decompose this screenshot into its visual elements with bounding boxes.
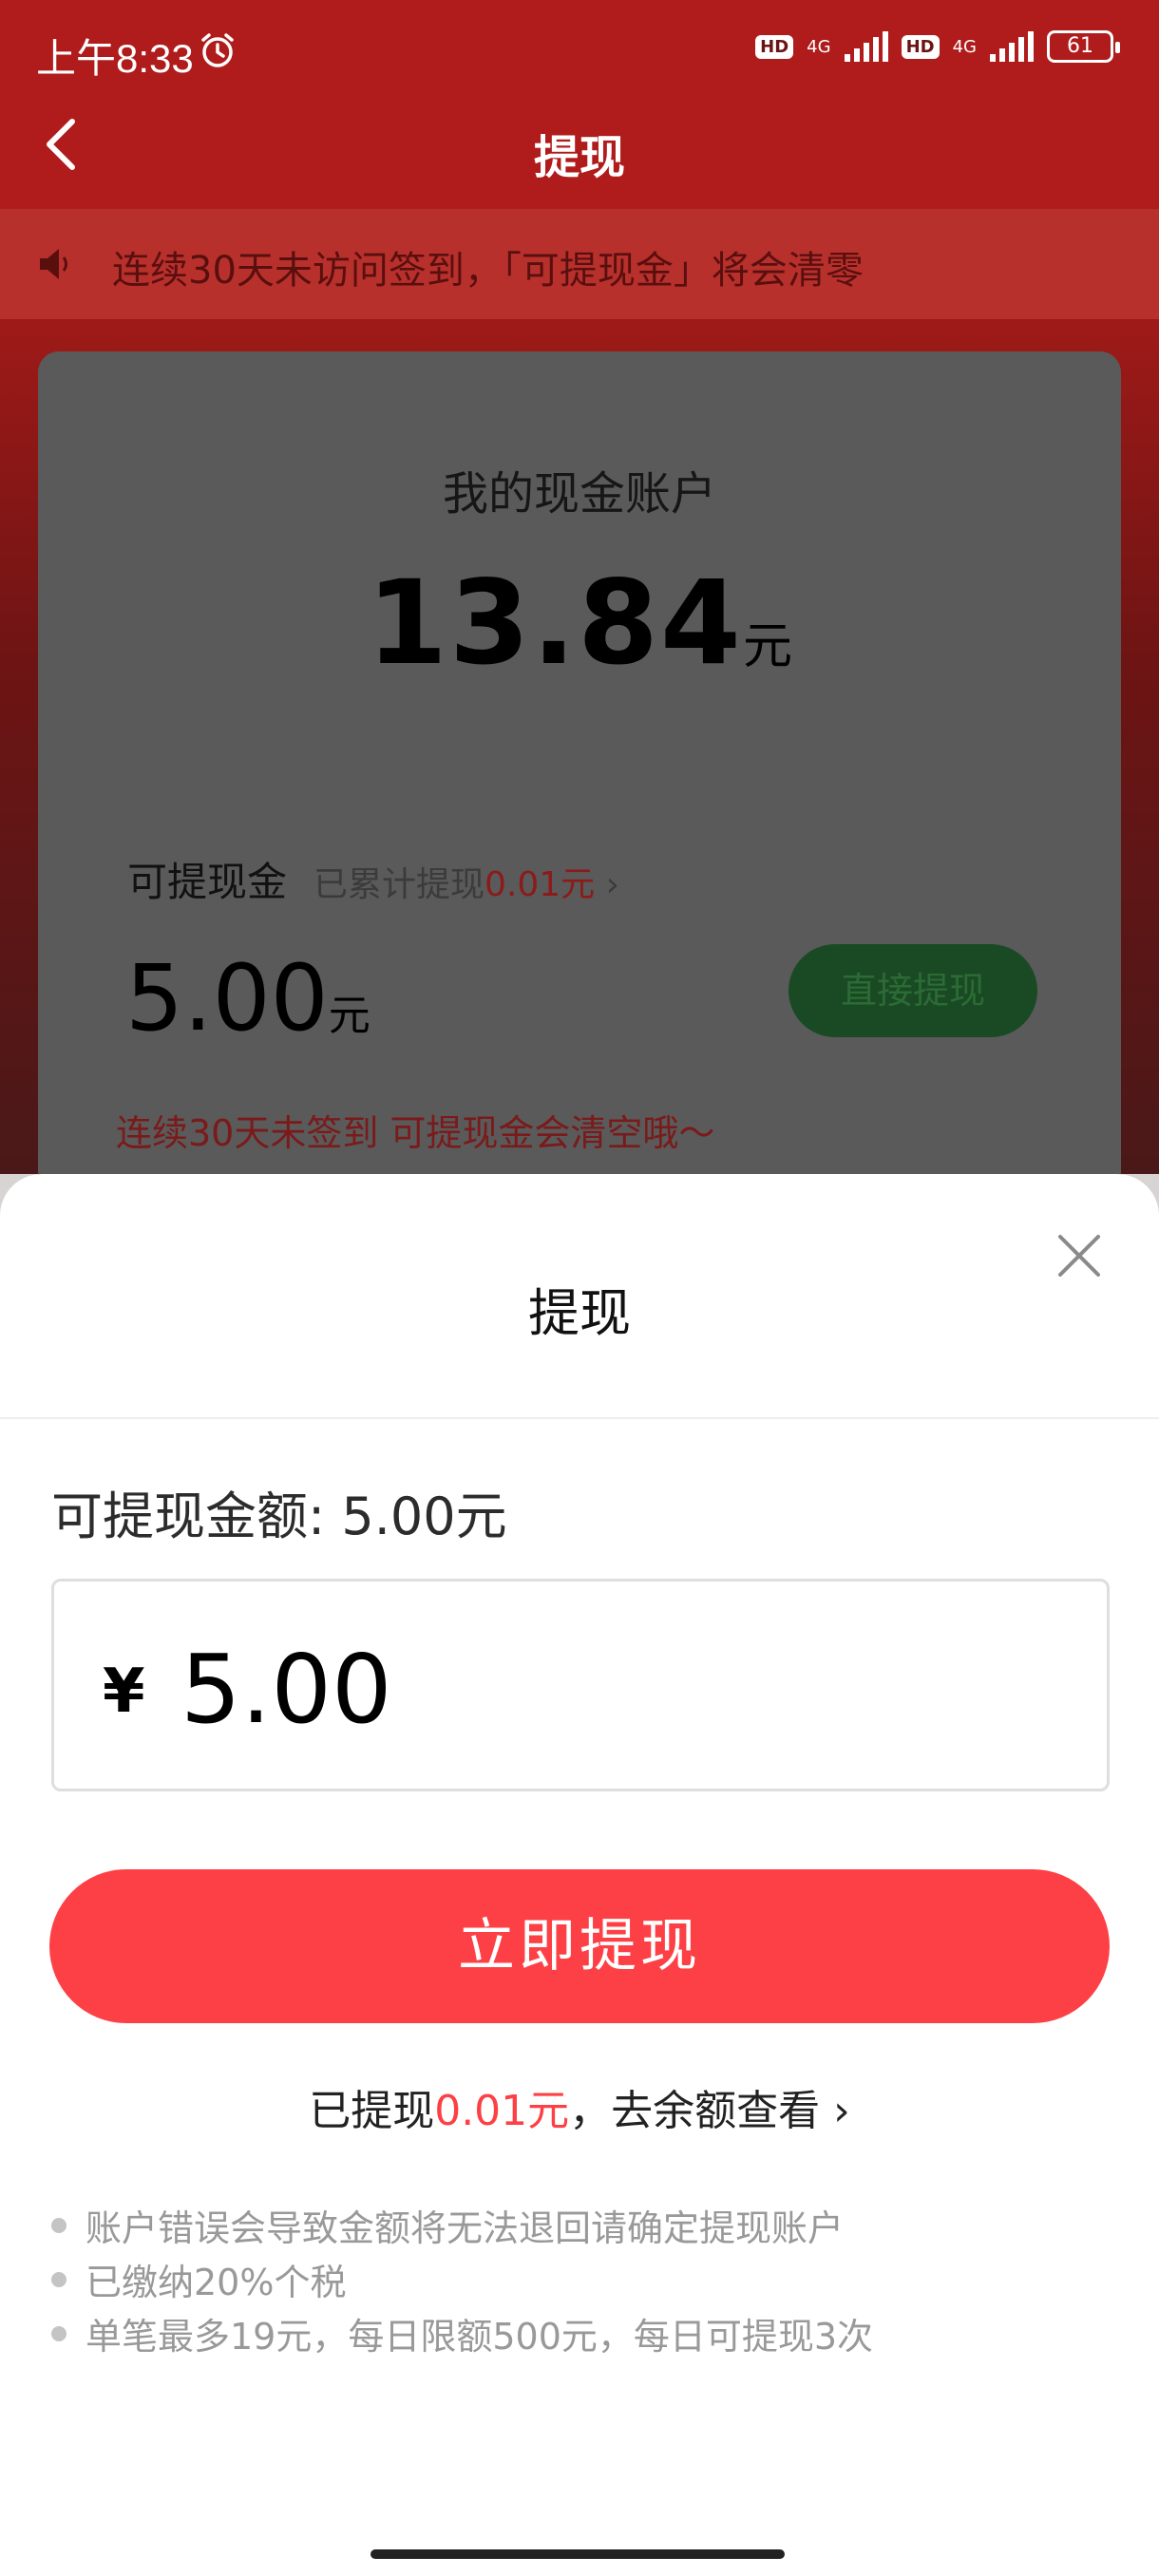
history-amount: 0.01元: [434, 2087, 570, 2135]
battery-level: 61: [1067, 34, 1093, 58]
withdraw-now-button[interactable]: 立即提现: [49, 1869, 1110, 2023]
hd-badge: HD: [901, 34, 940, 59]
note-text: 单笔最多19元，每日限额500元，每日可提现3次: [86, 2316, 874, 2358]
card-warning-text: 连续30天未签到 可提现金会清空哦～: [116, 1112, 715, 1154]
card-title: 我的现金账户: [442, 467, 716, 521]
signal-strength-icon: [990, 31, 1034, 62]
balance-value: 13.84: [367, 556, 743, 691]
battery-icon: 61: [1047, 30, 1120, 63]
close-icon[interactable]: [1054, 1231, 1104, 1280]
withdraw-notes: 账户错误会导致金额将无法退回请确定提现账户 已缴纳20%个税 单笔最多19元，每…: [51, 2198, 873, 2360]
network-type: 4G: [807, 36, 831, 57]
balance-unit: 元: [742, 618, 792, 675]
withdrawable-value: 5.00: [125, 945, 329, 1051]
direct-withdraw-button[interactable]: 直接提现: [788, 944, 1037, 1037]
network-type: 4G: [952, 36, 977, 57]
note-item: 账户错误会导致金额将无法退回请确定提现账户: [51, 2198, 873, 2252]
sheet-divider: [0, 1417, 1159, 1419]
hd-badge: HD: [755, 34, 794, 59]
withdrawable-label: 可提现金: [127, 859, 288, 905]
signal-strength-icon: [844, 31, 888, 62]
note-text: 已缴纳20%个税: [86, 2262, 347, 2303]
status-time: 上午8:33: [36, 36, 194, 81]
account-balance: 13.84元: [0, 556, 1159, 691]
cumulative-prefix: 已累计提现: [314, 865, 485, 904]
withdrawable-unit: 元: [328, 992, 370, 1040]
withdrawable-amount: 5.00元: [125, 945, 370, 1051]
available-amount-text: 可提现金额: 5.00元: [51, 1487, 507, 1546]
note-item: 单笔最多19元，每日限额500元，每日可提现3次: [51, 2306, 873, 2360]
note-text: 账户错误会导致金额将无法退回请确定提现账户: [86, 2207, 845, 2249]
alarm-clock-icon: [201, 33, 234, 67]
amount-input-value[interactable]: 5.00: [180, 1634, 392, 1745]
home-indicator[interactable]: [370, 2549, 785, 2559]
chevron-right-icon: ›: [833, 2087, 850, 2135]
bullet-icon: [51, 2217, 66, 2233]
bullet-icon: [51, 2325, 66, 2341]
note-item: 已缴纳20%个税: [51, 2252, 873, 2306]
currency-symbol: ¥: [103, 1657, 145, 1727]
history-suffix: ，去余额查看: [569, 2087, 821, 2135]
sheet-title: 提现: [528, 1283, 631, 1343]
cumulative-amount: 0.01元: [484, 865, 596, 904]
status-indicators: HD 4G HD 4G 61: [755, 30, 1120, 63]
page-title: 提现: [533, 131, 625, 184]
bullet-icon: [51, 2271, 66, 2287]
chevron-right-icon: ›: [605, 865, 620, 904]
speaker-icon: [40, 249, 67, 279]
cumulative-withdrawn-link[interactable]: 已累计提现0.01元 ›: [314, 857, 619, 906]
withdraw-history-link[interactable]: 已提现0.01元，去余额查看 ›: [0, 2076, 1159, 2137]
status-bar: 上午8:33 HD 4G HD 4G 61: [0, 0, 1159, 104]
history-prefix: 已提现: [309, 2087, 435, 2135]
notice-text: 连续30天未访问签到，「可提现金」将会清零: [112, 249, 864, 293]
